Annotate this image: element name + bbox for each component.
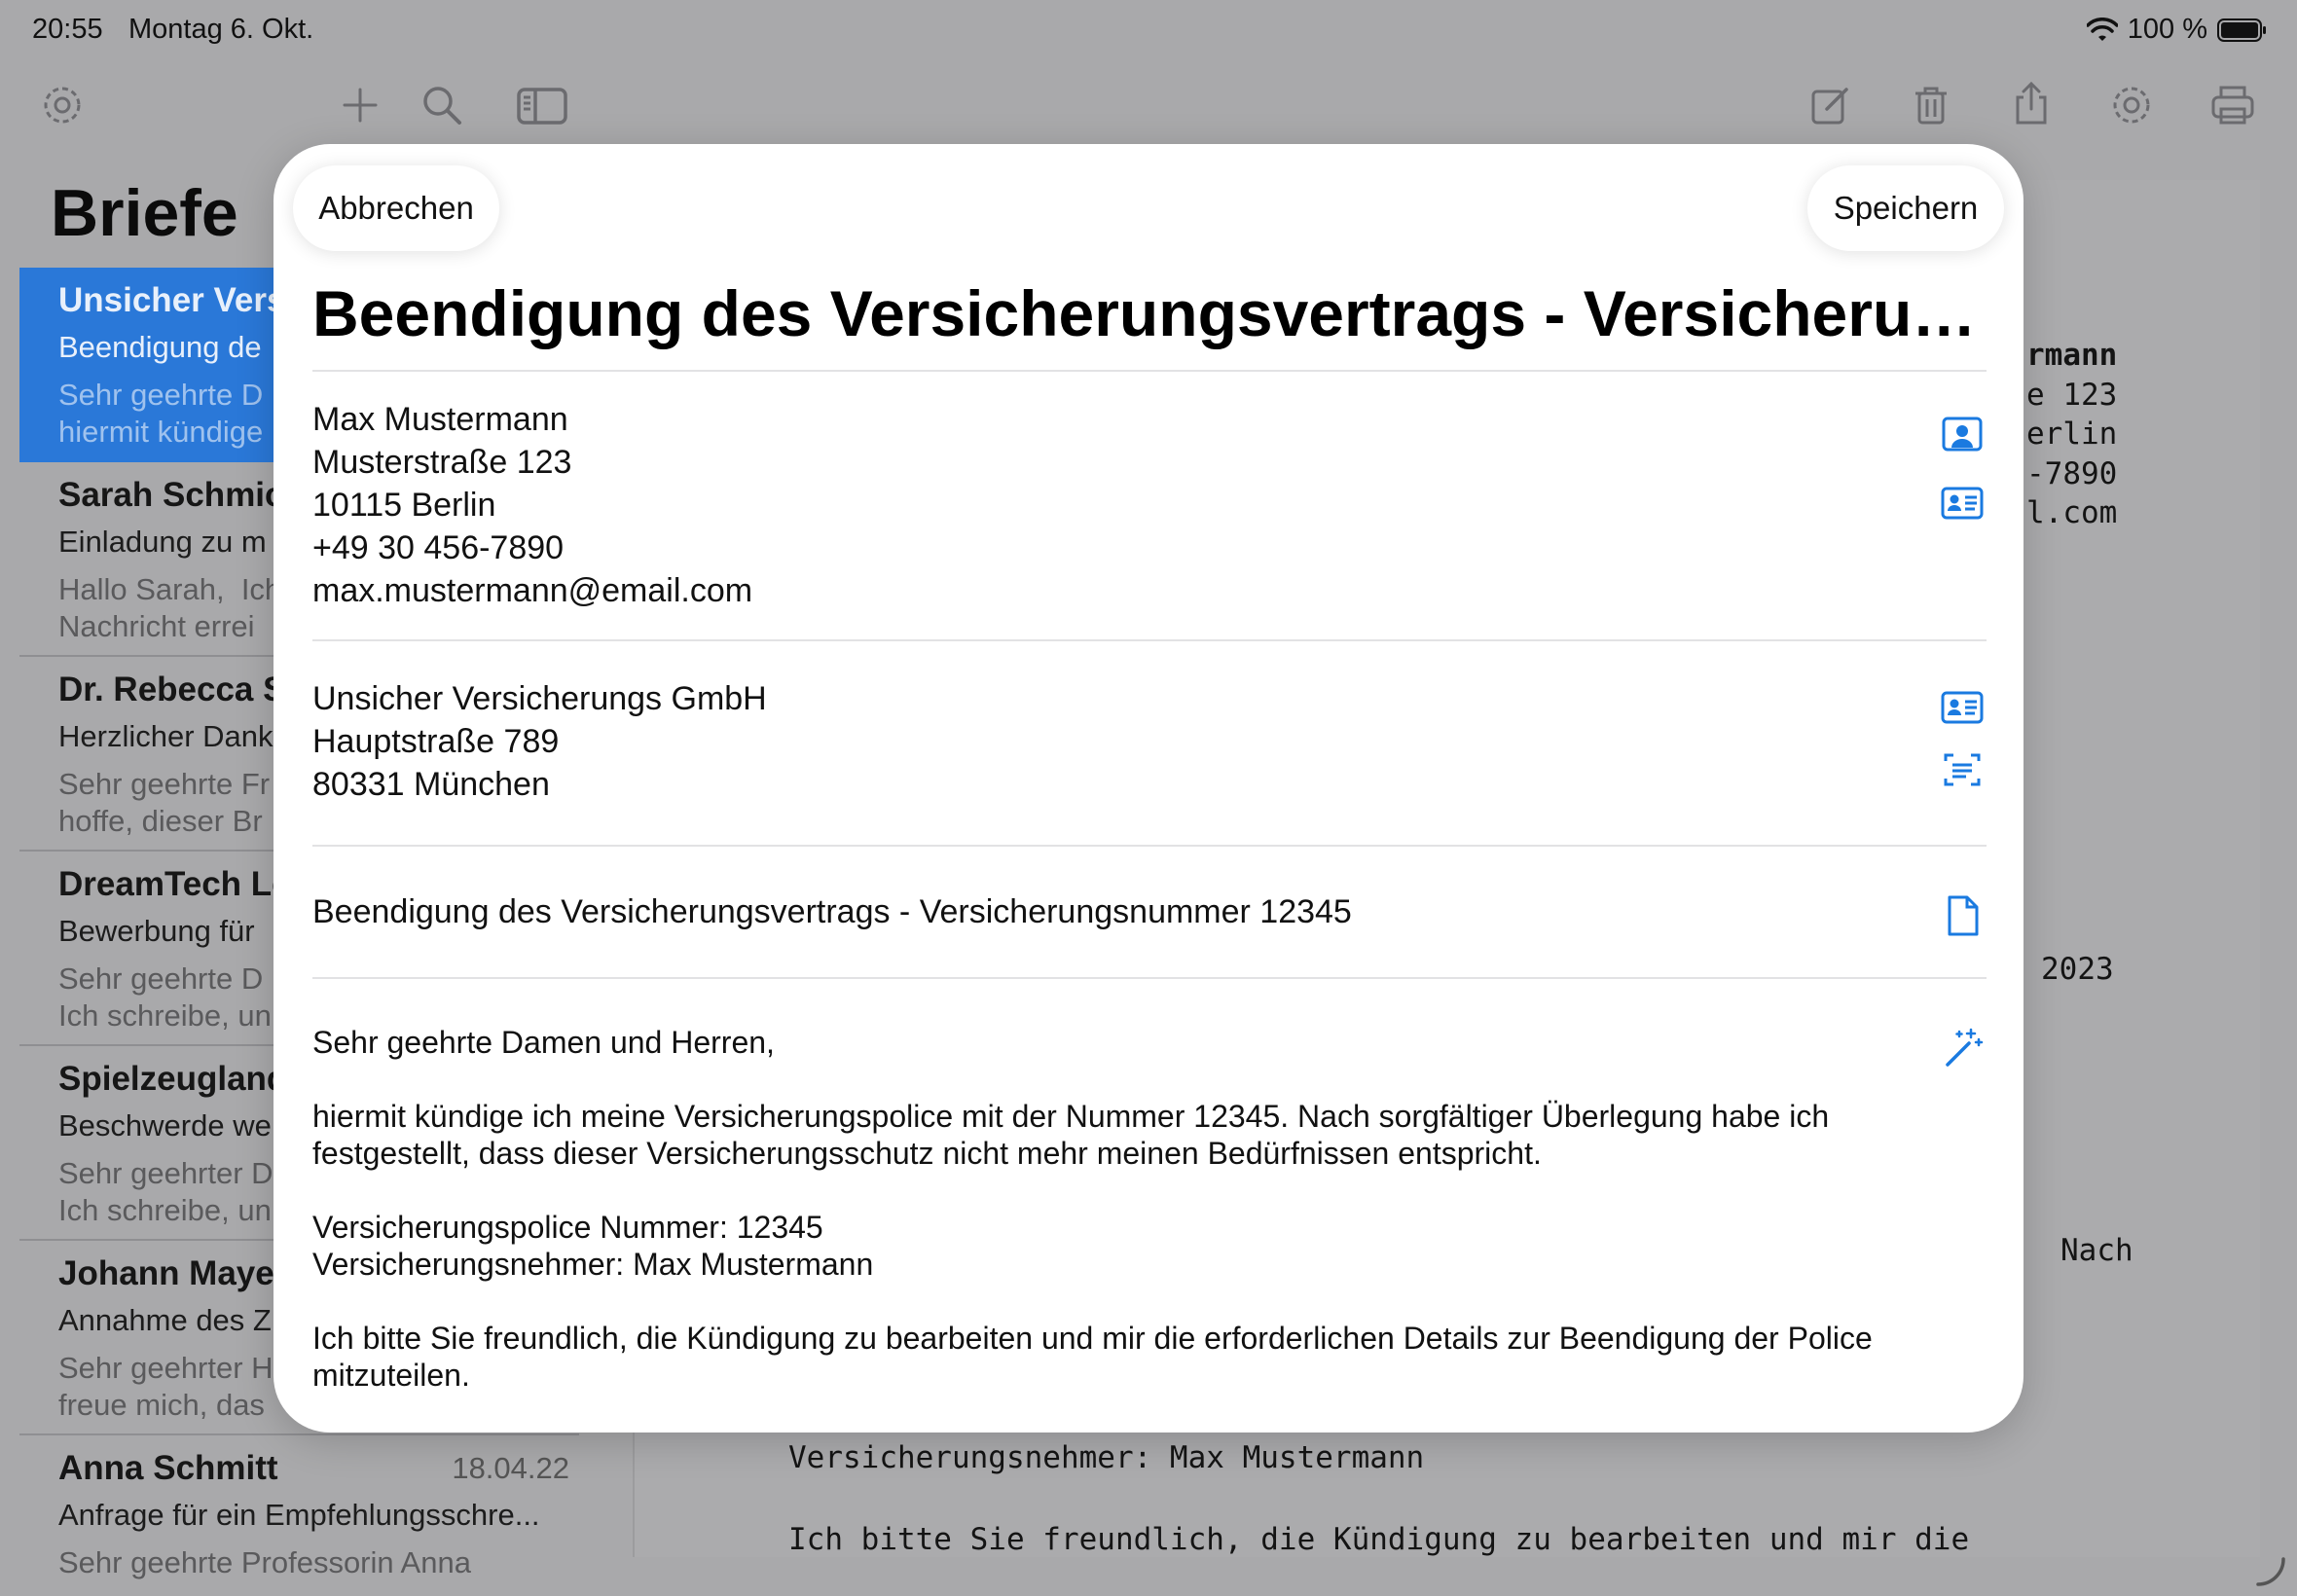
wifi-icon [2086,17,2118,41]
doc-text-line: l.com [2026,495,2118,530]
letter-subject: Bewerbung für [58,914,255,948]
status-bar: 20:55 Montag 6. Okt. 100 % [0,0,2297,58]
letter-body-field[interactable]: Sehr geehrte Damen und Herren, hiermit k… [312,1024,1948,1394]
doc-text-line: -7890 [2026,456,2118,491]
letter-preview: Sehr geehrte Fr hoffe, dieser Br [58,767,271,838]
contact-card-icon[interactable] [1940,481,1985,526]
letter-preview: Sehr geehrter H freue mich, das [58,1351,273,1422]
letter-recipient: DreamTech Lo [58,865,293,903]
doc-text-line: e 123 [2026,378,2118,413]
doc-text-line: 2023 [2041,952,2114,987]
edit-letter-sheet: Abbrechen Speichern Beendigung des Versi… [273,144,2024,1433]
battery-percent: 100 % [2127,14,2207,45]
recipient-address-field[interactable]: Unsicher Versicherungs GmbH Hauptstraße … [312,677,767,806]
letter-recipient: Sarah Schmic [58,476,284,514]
sheet-title: Beendigung des Versicherungsvertrags - V… [312,277,1977,349]
letter-recipient: Anna Schmitt [58,1449,278,1487]
resize-handle-icon[interactable] [2252,1553,2287,1588]
letter-preview: Sehr geehrte Professorin Anna [58,1545,471,1579]
divider [312,370,1987,372]
letter-subject: Herzlicher Dank [58,719,273,753]
magic-wand-icon[interactable] [1940,1026,1985,1070]
trash-icon[interactable] [1908,82,1954,128]
letter-recipient: Dr. Rebecca S [58,671,286,708]
letter-preview: Sehr geehrter D Ich schreibe, un [58,1156,273,1227]
sender-address-field[interactable]: Max Mustermann Musterstraße 123 10115 Be… [312,398,752,612]
document-settings-gear-icon[interactable] [2108,82,2155,128]
save-button[interactable]: Speichern [1807,165,2004,251]
letter-subject: Beschwerde we [58,1108,272,1143]
person-icon[interactable] [1940,413,1985,457]
doc-text-line: Ich bitte Sie freundlich, die Kündigung … [788,1522,1970,1557]
letter-preview: Sehr geehrte D hiermit kündige [58,378,264,449]
sidebar-title: Briefe [51,176,238,250]
divider [312,977,1987,979]
contact-card-icon[interactable] [1940,685,1985,730]
status-time: 20:55 [32,14,103,45]
letter-preview: Hallo Sarah, Ich Nachricht errei [58,572,282,643]
letter-subject: Einladung zu m [58,525,267,559]
subject-field[interactable]: Beendigung des Versicherungsvertrags - V… [312,890,1352,933]
letter-subject: Annahme des Z [58,1303,272,1337]
letter-preview: Sehr geehrte D Ich schreibe, un [58,961,272,1033]
doc-text-line: Nach [2060,1233,2133,1268]
letter-list-item[interactable]: Anna Schmitt 18.04.22 Anfrage für ein Em… [19,1435,579,1596]
letter-subject: Anfrage für ein Empfehlungsschre... [58,1498,540,1532]
cancel-button[interactable]: Abbrechen [293,165,499,251]
divider [312,845,1987,847]
status-date: Montag 6. Okt. [128,14,314,45]
doc-text-line: rmann [2026,338,2118,373]
divider [312,639,1987,641]
letter-recipient: Spielzeugland [58,1060,288,1098]
doc-text-line: erlin [2026,417,2118,452]
battery-icon [2217,18,2266,42]
letter-recipient: Johann Mayer [58,1254,288,1292]
compose-icon[interactable] [1807,82,1854,128]
letter-recipient: Unsicher Vers [58,281,286,319]
scan-icon[interactable] [1940,747,1985,792]
print-icon[interactable] [2209,82,2256,128]
share-icon[interactable] [2008,80,2055,127]
doc-text-line: Versicherungsnehmer: Max Mustermann [788,1440,1425,1475]
document-icon[interactable] [1940,893,1985,938]
letter-subject: Beendigung de [58,330,262,364]
letter-date: 18.04.22 [452,1451,569,1485]
status-indicators: 100 % [2086,14,2268,46]
